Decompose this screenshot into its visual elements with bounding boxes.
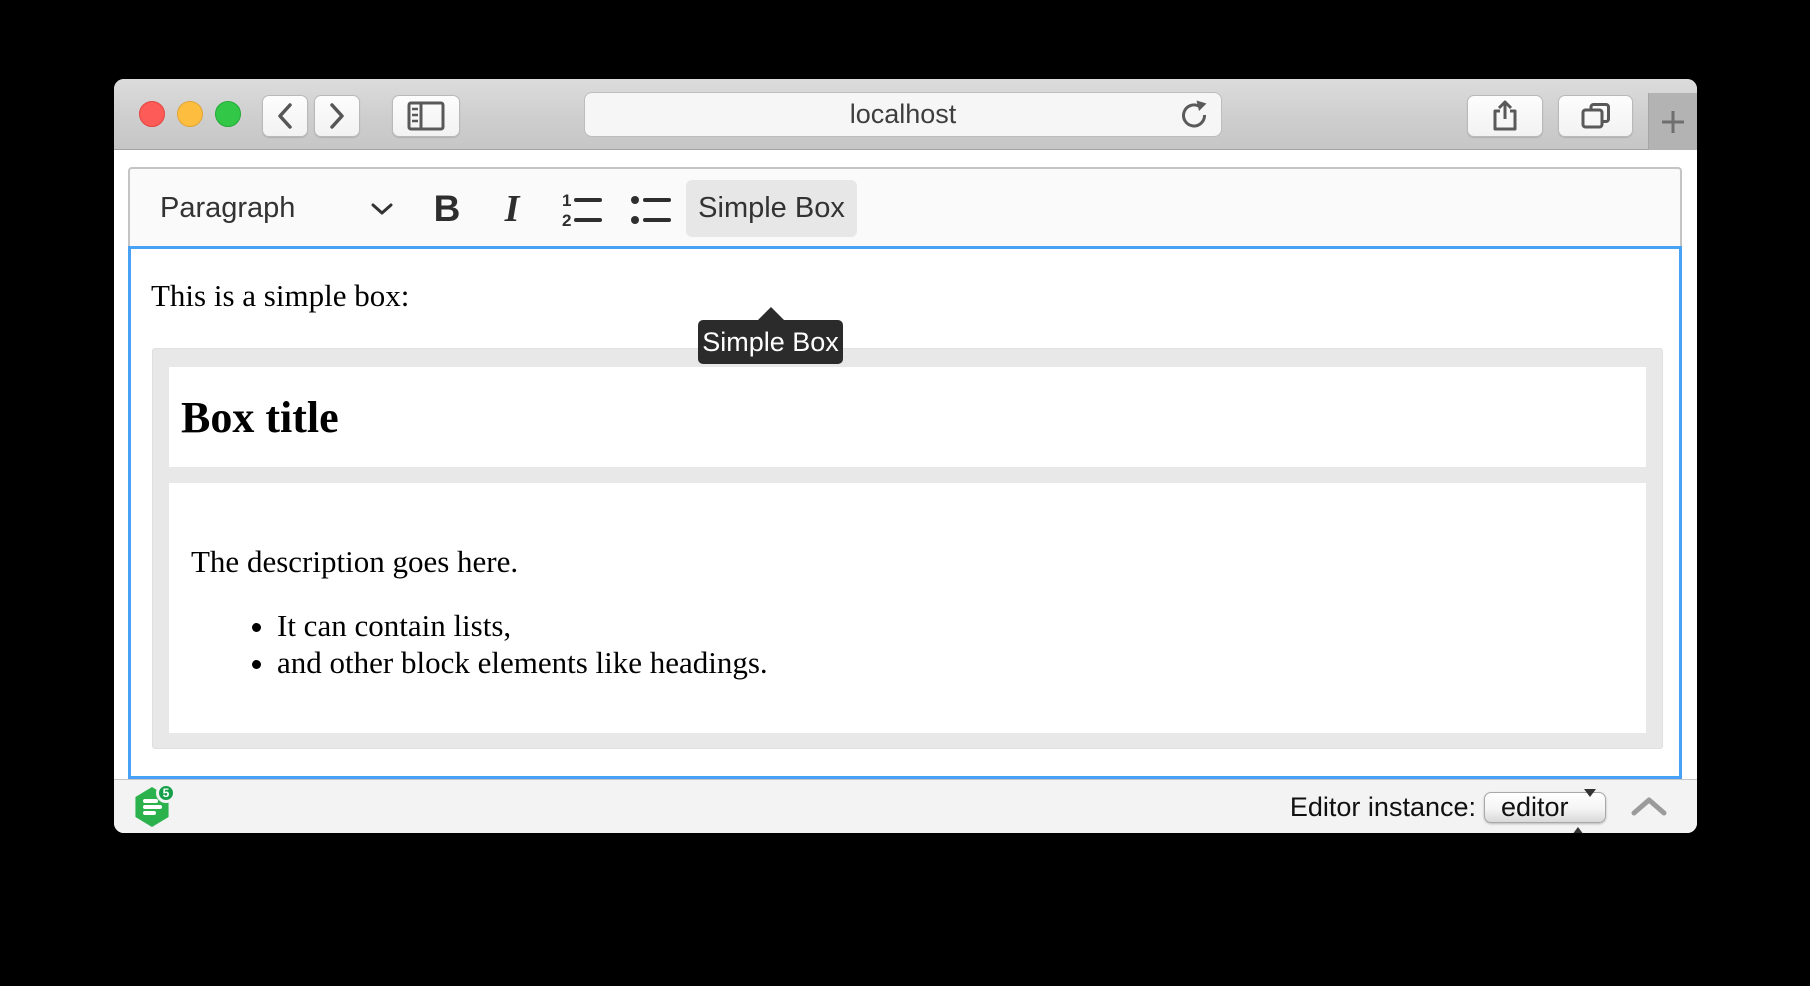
simple-box-button-label: Simple Box — [698, 192, 845, 225]
url-text: localhost — [850, 99, 957, 130]
sidebar-toggle-button[interactable] — [392, 95, 460, 137]
chevron-down-icon — [370, 202, 394, 216]
plus-icon — [1660, 109, 1686, 135]
version-badge: 5 — [156, 783, 176, 803]
tabs-icon — [1580, 101, 1612, 131]
simple-box-description-area[interactable]: The description goes here. It can contai… — [169, 483, 1646, 733]
editor-toolbar: Paragraph B I 1 2 — [128, 167, 1682, 246]
box-title-heading[interactable]: Box title — [169, 392, 339, 443]
select-arrows-icon — [1572, 797, 1596, 828]
list-item[interactable]: It can contain lists, — [277, 607, 1646, 644]
chevron-left-icon — [276, 102, 294, 130]
forward-button[interactable] — [314, 95, 360, 137]
logo-line — [143, 811, 156, 815]
new-tab-button[interactable] — [1648, 93, 1697, 150]
share-icon — [1489, 100, 1521, 132]
italic-icon: I — [505, 187, 520, 231]
status-right-cluster: Editor instance: editor — [1290, 780, 1668, 833]
collapse-panel-button[interactable] — [1630, 796, 1668, 818]
browser-toolbar: localhost — [114, 79, 1697, 150]
tooltip-arrow — [758, 307, 784, 320]
show-all-tabs-button[interactable] — [1558, 95, 1633, 137]
browser-window: localhost — [114, 79, 1697, 833]
badge-count: 5 — [163, 786, 170, 800]
simple-box-tooltip: Simple Box — [698, 320, 843, 364]
logo-line — [143, 799, 158, 803]
description-paragraph[interactable]: The description goes here. — [191, 545, 1646, 579]
bold-icon: B — [434, 188, 461, 230]
close-window-button[interactable] — [139, 101, 165, 127]
description-list: It can contain lists, and other block el… — [169, 607, 1646, 681]
italic-button[interactable]: I — [491, 169, 533, 248]
web-page: Paragraph B I 1 2 — [114, 150, 1697, 779]
address-bar[interactable]: localhost — [584, 92, 1222, 137]
sidebar-icon — [407, 101, 445, 131]
simple-box-button[interactable]: Simple Box — [686, 180, 857, 237]
chevron-right-icon — [328, 102, 346, 130]
tooltip-text: Simple Box — [702, 327, 839, 358]
bulleted-list-button[interactable] — [627, 169, 673, 248]
numbered-list-button[interactable]: 1 2 — [558, 169, 604, 248]
chevron-up-icon — [1630, 796, 1668, 818]
minimize-window-button[interactable] — [177, 101, 203, 127]
bulleted-list-icon — [627, 189, 673, 229]
editor-instance-select[interactable]: editor — [1484, 792, 1606, 823]
logo-line — [143, 805, 162, 809]
share-button[interactable] — [1467, 95, 1543, 137]
heading-dropdown-arrow[interactable] — [368, 169, 396, 248]
inspector-status-bar: 5 Editor instance: editor — [114, 779, 1697, 833]
heading-dropdown[interactable]: Paragraph — [160, 169, 295, 248]
editor-instance-label: Editor instance: — [1290, 792, 1476, 823]
selected-instance: editor — [1501, 792, 1569, 823]
heading-dropdown-label: Paragraph — [160, 192, 295, 225]
simple-box-widget[interactable]: Box title The description goes here. It … — [152, 348, 1663, 749]
ckeditor-logo-icon[interactable]: 5 — [134, 786, 174, 828]
screenshot-stage: localhost — [0, 0, 1810, 986]
editor-editable-area[interactable]: This is a simple box: Box title The desc… — [128, 246, 1682, 779]
zoom-window-button[interactable] — [215, 101, 241, 127]
list-item[interactable]: and other block elements like headings. — [277, 644, 1646, 681]
reload-icon[interactable] — [1179, 100, 1209, 130]
back-button[interactable] — [262, 95, 308, 137]
simple-box-title-area[interactable]: Box title — [169, 367, 1646, 467]
svg-text:2: 2 — [562, 211, 571, 229]
numbered-list-icon: 1 2 — [558, 189, 604, 229]
svg-text:1: 1 — [562, 191, 571, 210]
bold-button[interactable]: B — [426, 169, 468, 248]
intro-paragraph[interactable]: This is a simple box: — [151, 279, 409, 313]
